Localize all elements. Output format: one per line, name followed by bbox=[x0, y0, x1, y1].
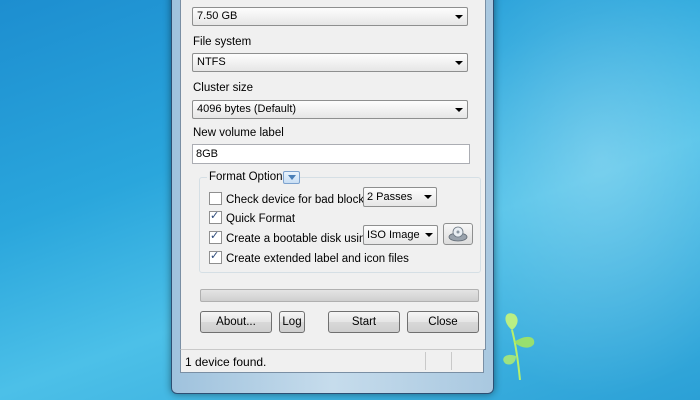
bad-blocks-passes-dropdown[interactable]: 2 Passes bbox=[363, 187, 437, 207]
quick-format-checkbox[interactable] bbox=[209, 209, 222, 224]
chevron-down-icon bbox=[455, 15, 463, 19]
window-client-area: 7.50 GB File system NTFS Cluster size 40… bbox=[180, 0, 486, 350]
file-system-label: File system bbox=[193, 36, 252, 48]
about-button[interactable]: About... bbox=[200, 311, 272, 333]
status-text: 1 device found. bbox=[185, 355, 267, 369]
status-bar: 1 device found. bbox=[180, 349, 484, 373]
bootable-type-value: ISO Image bbox=[367, 229, 420, 241]
volume-label-label: New volume label bbox=[193, 127, 284, 139]
rufus-window: 7.50 GB File system NTFS Cluster size 40… bbox=[171, 0, 494, 394]
cluster-size-dropdown[interactable]: 4096 bytes (Default) bbox=[192, 100, 468, 119]
log-button[interactable]: Log bbox=[279, 311, 305, 333]
close-button[interactable]: Close bbox=[407, 311, 479, 333]
bootable-option[interactable]: Create a bootable disk using: bbox=[209, 229, 375, 247]
chevron-down-icon bbox=[424, 195, 432, 199]
bad-blocks-option[interactable]: Check device for bad blocks: bbox=[209, 192, 373, 208]
bootable-checkbox[interactable] bbox=[209, 229, 222, 244]
cluster-size-label: Cluster size bbox=[193, 82, 254, 94]
status-divider bbox=[451, 352, 452, 370]
file-system-value: NTFS bbox=[197, 56, 226, 68]
start-button[interactable]: Start bbox=[328, 311, 400, 333]
volume-label-input[interactable]: 8GB bbox=[192, 144, 470, 164]
chevron-down-icon bbox=[455, 61, 463, 65]
quick-format-label: Quick Format bbox=[226, 213, 296, 225]
extended-label-label: Create extended label and icon files bbox=[226, 253, 409, 265]
file-system-dropdown[interactable]: NTFS bbox=[192, 53, 468, 72]
disc-drive-icon bbox=[448, 226, 468, 242]
bad-blocks-label: Check device for bad blocks: bbox=[226, 194, 374, 206]
quick-format-option[interactable]: Quick Format bbox=[209, 209, 296, 227]
device-capacity-value: 7.50 GB bbox=[197, 10, 238, 22]
extended-label-option[interactable]: Create extended label and icon files bbox=[209, 249, 409, 267]
format-options-title: Format Options bbox=[207, 171, 291, 183]
extended-label-checkbox[interactable] bbox=[209, 249, 222, 264]
chevron-down-icon bbox=[455, 108, 463, 112]
bootable-label: Create a bootable disk using: bbox=[226, 233, 375, 245]
device-capacity-dropdown[interactable]: 7.50 GB bbox=[192, 7, 468, 26]
passes-value: 2 Passes bbox=[367, 191, 413, 203]
select-iso-button[interactable] bbox=[443, 223, 473, 245]
chevron-down-icon bbox=[425, 233, 433, 237]
chevron-down-icon bbox=[288, 175, 296, 180]
format-options-toggle[interactable] bbox=[283, 171, 300, 184]
cluster-size-value: 4096 bytes (Default) bbox=[197, 103, 297, 115]
desktop-plant-graphic bbox=[503, 313, 535, 380]
status-divider bbox=[425, 352, 426, 370]
bad-blocks-checkbox[interactable] bbox=[209, 192, 222, 205]
bootable-type-dropdown[interactable]: ISO Image bbox=[363, 225, 438, 245]
format-progress-bar bbox=[200, 289, 479, 302]
